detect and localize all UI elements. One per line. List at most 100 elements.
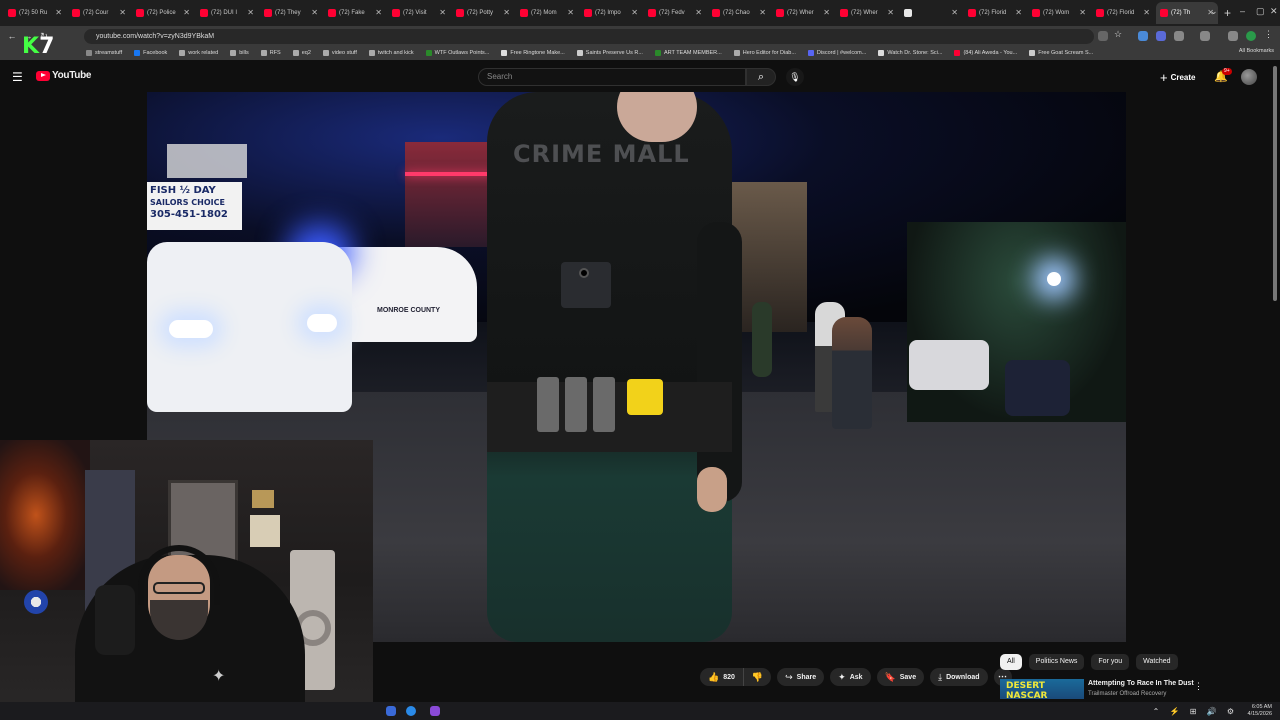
system-tray-icons[interactable]: ⌃ ⚡ ⊞ 🔊 ⚙: [1153, 707, 1238, 716]
browser-tab[interactable]: (72) 50 Ru ✕: [4, 2, 66, 24]
tab-close-icon[interactable]: ✕: [631, 8, 638, 17]
extension-icon[interactable]: [1156, 31, 1166, 41]
start-icon[interactable]: [386, 706, 396, 716]
recommended-thumbnail[interactable]: DESERT NASCAR: [1000, 679, 1084, 699]
browser-tab[interactable]: (72) Florid ✕: [964, 2, 1026, 24]
search-input[interactable]: Search: [478, 68, 746, 86]
bookmark-item[interactable]: video stuff: [322, 50, 357, 56]
install-icon[interactable]: [1098, 31, 1108, 41]
avatar[interactable]: [1241, 69, 1257, 85]
tab-close-icon[interactable]: ✕: [183, 8, 190, 17]
tab-close-icon[interactable]: ✕: [375, 8, 382, 17]
recommended-title[interactable]: Attempting To Race In The Dust: [1088, 680, 1194, 687]
recommended-menu-icon[interactable]: ⋮: [1194, 681, 1203, 692]
menu-kebab-icon[interactable]: ⋮: [1264, 29, 1274, 39]
browser-tab[interactable]: (72) They ✕: [260, 2, 322, 24]
browser-tab[interactable]: (72) Wher ✕: [836, 2, 898, 24]
voice-search-button[interactable]: 🎙: [786, 68, 804, 86]
tab-close-icon[interactable]: ✕: [887, 8, 894, 17]
filter-chip[interactable]: All: [1000, 654, 1022, 670]
browser-tab[interactable]: (72) Fake ✕: [324, 2, 386, 24]
bookmark-item[interactable]: ART TEAM MEMBER...: [654, 50, 722, 56]
minimize-icon[interactable]: –: [1240, 6, 1245, 16]
browser-tab[interactable]: (72) Police ✕: [132, 2, 194, 24]
tab-close-icon[interactable]: ✕: [1143, 8, 1150, 17]
bookmark-star-icon[interactable]: ☆: [1114, 29, 1124, 39]
browser-tab[interactable]: (72) Potty ✕: [452, 2, 514, 24]
create-button[interactable]: + Create: [1160, 69, 1196, 85]
browser-tab[interactable]: (72) Visit ✕: [388, 2, 450, 24]
tab-close-icon[interactable]: ✕: [1015, 8, 1022, 17]
page-scrollbar[interactable]: [1273, 66, 1277, 301]
url-field[interactable]: youtube.com/watch?v=zyN3d9YBkaM: [84, 29, 1094, 44]
bookmark-item[interactable]: eq2: [292, 50, 311, 56]
browser-tab[interactable]: (72) Th ✕: [1156, 2, 1218, 24]
all-bookmarks[interactable]: All Bookmarks: [1239, 48, 1274, 54]
bookmark-item[interactable]: (84) Ali Aweda - You...: [954, 50, 1017, 56]
bookmark-item[interactable]: Free Ringtone Make...: [501, 50, 565, 56]
bookmark-item[interactable]: streamstuff: [86, 50, 122, 56]
tab-favicon-icon: [776, 9, 784, 17]
tab-close-icon[interactable]: ✕: [119, 8, 126, 17]
obs-taskbar-icon[interactable]: [430, 706, 440, 716]
recommended-channel[interactable]: Trailmaster Offroad Recovery: [1088, 691, 1166, 697]
profile-icon[interactable]: [1246, 31, 1256, 41]
tab-close-icon[interactable]: ✕: [1079, 8, 1086, 17]
tab-close-icon[interactable]: ✕: [951, 8, 958, 17]
bookmark-item[interactable]: Hero Editor for Diab...: [733, 50, 796, 56]
bookmark-item[interactable]: Free Goat Scream S...: [1029, 50, 1093, 56]
extensions-puzzle-icon[interactable]: [1174, 31, 1184, 41]
bookmark-item[interactable]: twitch and kick: [368, 50, 414, 56]
tab-close-icon[interactable]: ✕: [439, 8, 446, 17]
new-tab-icon[interactable]: +: [1224, 6, 1231, 20]
tab-close-icon[interactable]: ✕: [247, 8, 254, 17]
ask-button[interactable]: ✦ Ask: [830, 668, 871, 686]
bookmark-item[interactable]: Discord | #welcom...: [807, 50, 866, 56]
filter-chip[interactable]: Politics News: [1028, 654, 1085, 670]
recommended-video[interactable]: DESERT NASCAR Attempting To Race In The …: [1000, 679, 1270, 699]
bookmark-item[interactable]: WTF Outlaws Points...: [425, 50, 489, 56]
browser-tab[interactable]: (72) Fedv ✕: [644, 2, 706, 24]
bookmark-item[interactable]: Saints Preserve Us R...: [576, 50, 643, 56]
save-button[interactable]: 🔖 Save: [876, 668, 925, 686]
tab-close-icon[interactable]: ✕: [567, 8, 574, 17]
browser-tab[interactable]: (72) Impo ✕: [580, 2, 642, 24]
tab-close-icon[interactable]: ✕: [503, 8, 510, 17]
back-icon[interactable]: ←: [4, 31, 20, 41]
system-clock[interactable]: 6:05 AM 4/15/2026: [1248, 704, 1272, 718]
media-icon[interactable]: [1228, 31, 1238, 41]
sidepanel-icon[interactable]: [1200, 31, 1210, 41]
browser-tab[interactable]: (72) Cour ✕: [68, 2, 130, 24]
browser-taskbar-icon[interactable]: [406, 706, 416, 716]
bookmark-item[interactable]: Watch Dr. Stone: Sci...: [878, 50, 942, 56]
browser-tab[interactable]: (72) DUI I ✕: [196, 2, 258, 24]
browser-tab[interactable]: (72) Wom ✕: [1028, 2, 1090, 24]
search-button[interactable]: ⌕: [746, 68, 776, 86]
browser-tab[interactable]: (72) Mom ✕: [516, 2, 578, 24]
bookmark-item[interactable]: RFS: [260, 50, 281, 56]
youtube-logo[interactable]: YouTube: [36, 70, 92, 81]
filter-chip[interactable]: Watched: [1136, 654, 1178, 670]
extension-icon[interactable]: [1138, 31, 1148, 41]
browser-tab[interactable]: (72) Chao ✕: [708, 2, 770, 24]
filter-chip[interactable]: For you: [1091, 654, 1130, 670]
dislike-button[interactable]: 👎: [744, 668, 771, 686]
tab-close-icon[interactable]: ✕: [695, 8, 702, 17]
tab-close-icon[interactable]: ✕: [55, 8, 62, 17]
bookmark-item[interactable]: work related: [179, 50, 218, 56]
close-window-icon[interactable]: ✕: [1270, 6, 1278, 17]
tab-close-icon[interactable]: ✕: [759, 8, 766, 17]
maximize-icon[interactable]: ▢: [1256, 6, 1265, 17]
bookmark-item[interactable]: bills: [230, 50, 249, 56]
download-button[interactable]: ⤓ Download: [930, 668, 988, 686]
browser-tab[interactable]: (72) Florid ✕: [1092, 2, 1154, 24]
share-button[interactable]: ↪ Share: [777, 668, 825, 686]
bookmark-item[interactable]: Facebook: [134, 50, 167, 56]
browser-tab[interactable]: ✕: [900, 2, 962, 24]
like-button[interactable]: 👍 820: [700, 668, 744, 686]
tab-search-icon[interactable]: ⌄: [1210, 6, 1218, 17]
tab-close-icon[interactable]: ✕: [311, 8, 318, 17]
hamburger-menu-icon[interactable]: ☰: [12, 70, 23, 84]
browser-tab[interactable]: (72) Wher ✕: [772, 2, 834, 24]
tab-close-icon[interactable]: ✕: [823, 8, 830, 17]
